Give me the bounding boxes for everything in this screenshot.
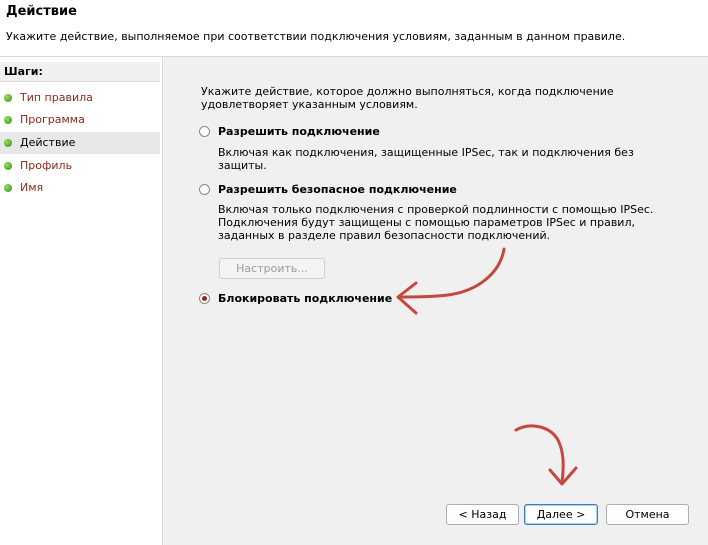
block-radio[interactable] xyxy=(199,293,210,304)
wizard-header: Действие Укажите действие, выполняемое п… xyxy=(0,0,708,57)
page-title: Действие xyxy=(6,4,77,19)
step-status-icon xyxy=(4,116,12,124)
step-profile[interactable]: Профиль xyxy=(0,155,160,177)
step-status-icon xyxy=(4,94,12,102)
step-label: Действие xyxy=(20,136,76,149)
step-status-icon xyxy=(4,139,12,147)
step-name[interactable]: Имя xyxy=(0,177,160,199)
steps-title: Шаги: xyxy=(0,62,160,82)
step-action[interactable]: Действие xyxy=(0,132,160,154)
intro-text: Укажите действие, которое должно выполня… xyxy=(201,85,614,111)
customize-button[interactable]: Настроить... xyxy=(219,258,325,279)
allow-description: Включая как подключения, защищенные IPSe… xyxy=(218,146,634,172)
step-label: Имя xyxy=(20,181,44,194)
step-label: Профиль xyxy=(20,159,73,172)
step-label: Тип правила xyxy=(20,91,93,104)
step-program[interactable]: Программа xyxy=(0,109,160,131)
allow-secure-label[interactable]: Разрешить безопасное подключение xyxy=(218,183,457,196)
page-description: Укажите действие, выполняемое при соотве… xyxy=(6,30,626,43)
action-panel: Укажите действие, которое должно выполня… xyxy=(163,57,708,545)
next-button[interactable]: Далее > xyxy=(524,504,598,525)
allow-radio[interactable] xyxy=(199,126,210,137)
block-label[interactable]: Блокировать подключение xyxy=(218,292,392,305)
allow-label[interactable]: Разрешить подключение xyxy=(218,125,380,138)
steps-sidebar: Шаги: Тип правила Программа Действие Про… xyxy=(0,57,163,545)
step-status-icon xyxy=(4,162,12,170)
back-button[interactable]: < Назад xyxy=(446,504,519,525)
allow-secure-description: Включая только подключения с проверкой п… xyxy=(218,203,654,242)
cancel-button[interactable]: Отмена xyxy=(606,504,689,525)
allow-secure-radio[interactable] xyxy=(199,184,210,195)
step-rule-type[interactable]: Тип правила xyxy=(0,87,160,109)
step-label: Программа xyxy=(20,113,85,126)
step-status-icon xyxy=(4,184,12,192)
